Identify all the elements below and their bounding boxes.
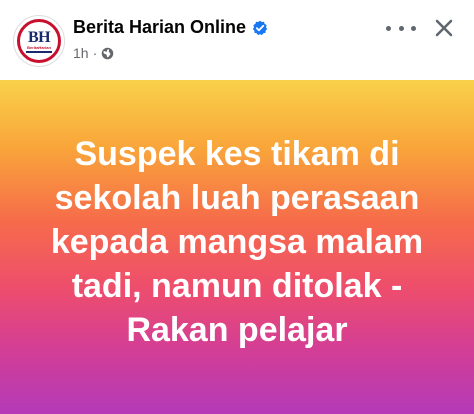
page-avatar[interactable]: BH BeritaHarian [13,15,65,67]
post-background-banner: Suspek kes tikam di sekolah luah perasaa… [0,80,474,414]
avatar-logo-text: BH [27,28,51,46]
more-dot [398,25,404,31]
post-header: BH BeritaHarian Berita Harian Online 1h … [0,0,474,80]
more-options-button[interactable] [386,22,416,34]
close-button[interactable] [428,12,460,44]
avatar-logo-subtext: BeritaHarian [27,44,51,50]
page-name-text: Berita Harian Online [73,17,247,37]
verified-badge-icon [252,20,268,36]
close-icon [435,19,453,37]
post-text: Suspek kes tikam di sekolah luah perasaa… [50,135,424,349]
post-meta: 1h · [73,45,114,61]
page-name-link[interactable]: Berita Harian Online [73,17,268,38]
more-dot [411,25,416,31]
meta-separator: · [92,45,98,61]
more-dot [386,25,391,31]
bh-logo: BH BeritaHarian [17,19,61,63]
facebook-post: BH BeritaHarian Berita Harian Online 1h … [0,0,474,414]
post-time[interactable]: 1h [73,45,89,61]
globe-icon [101,47,114,60]
avatar-logo-bar [26,50,52,53]
